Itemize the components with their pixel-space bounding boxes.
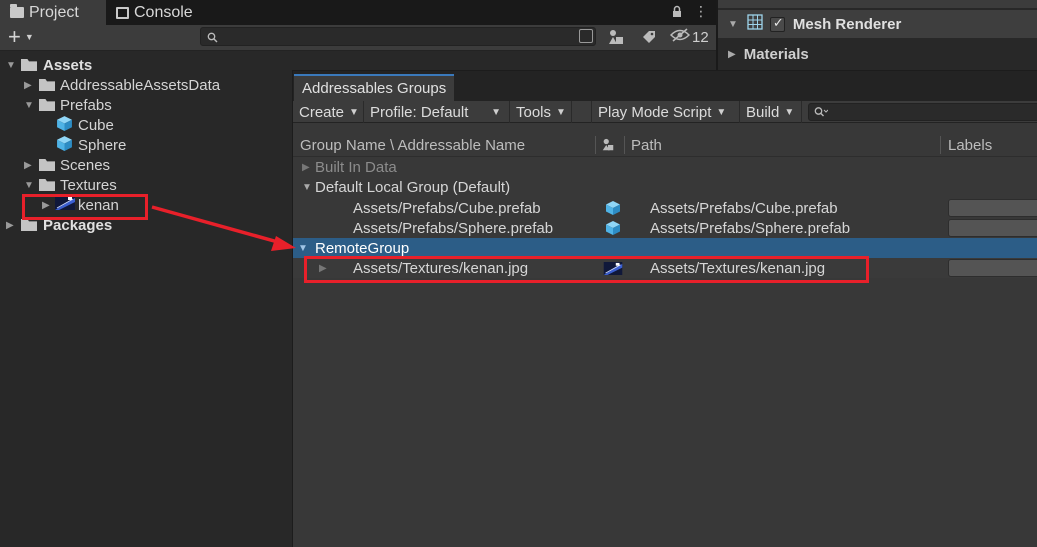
annotation-arrow-icon	[151, 205, 296, 251]
